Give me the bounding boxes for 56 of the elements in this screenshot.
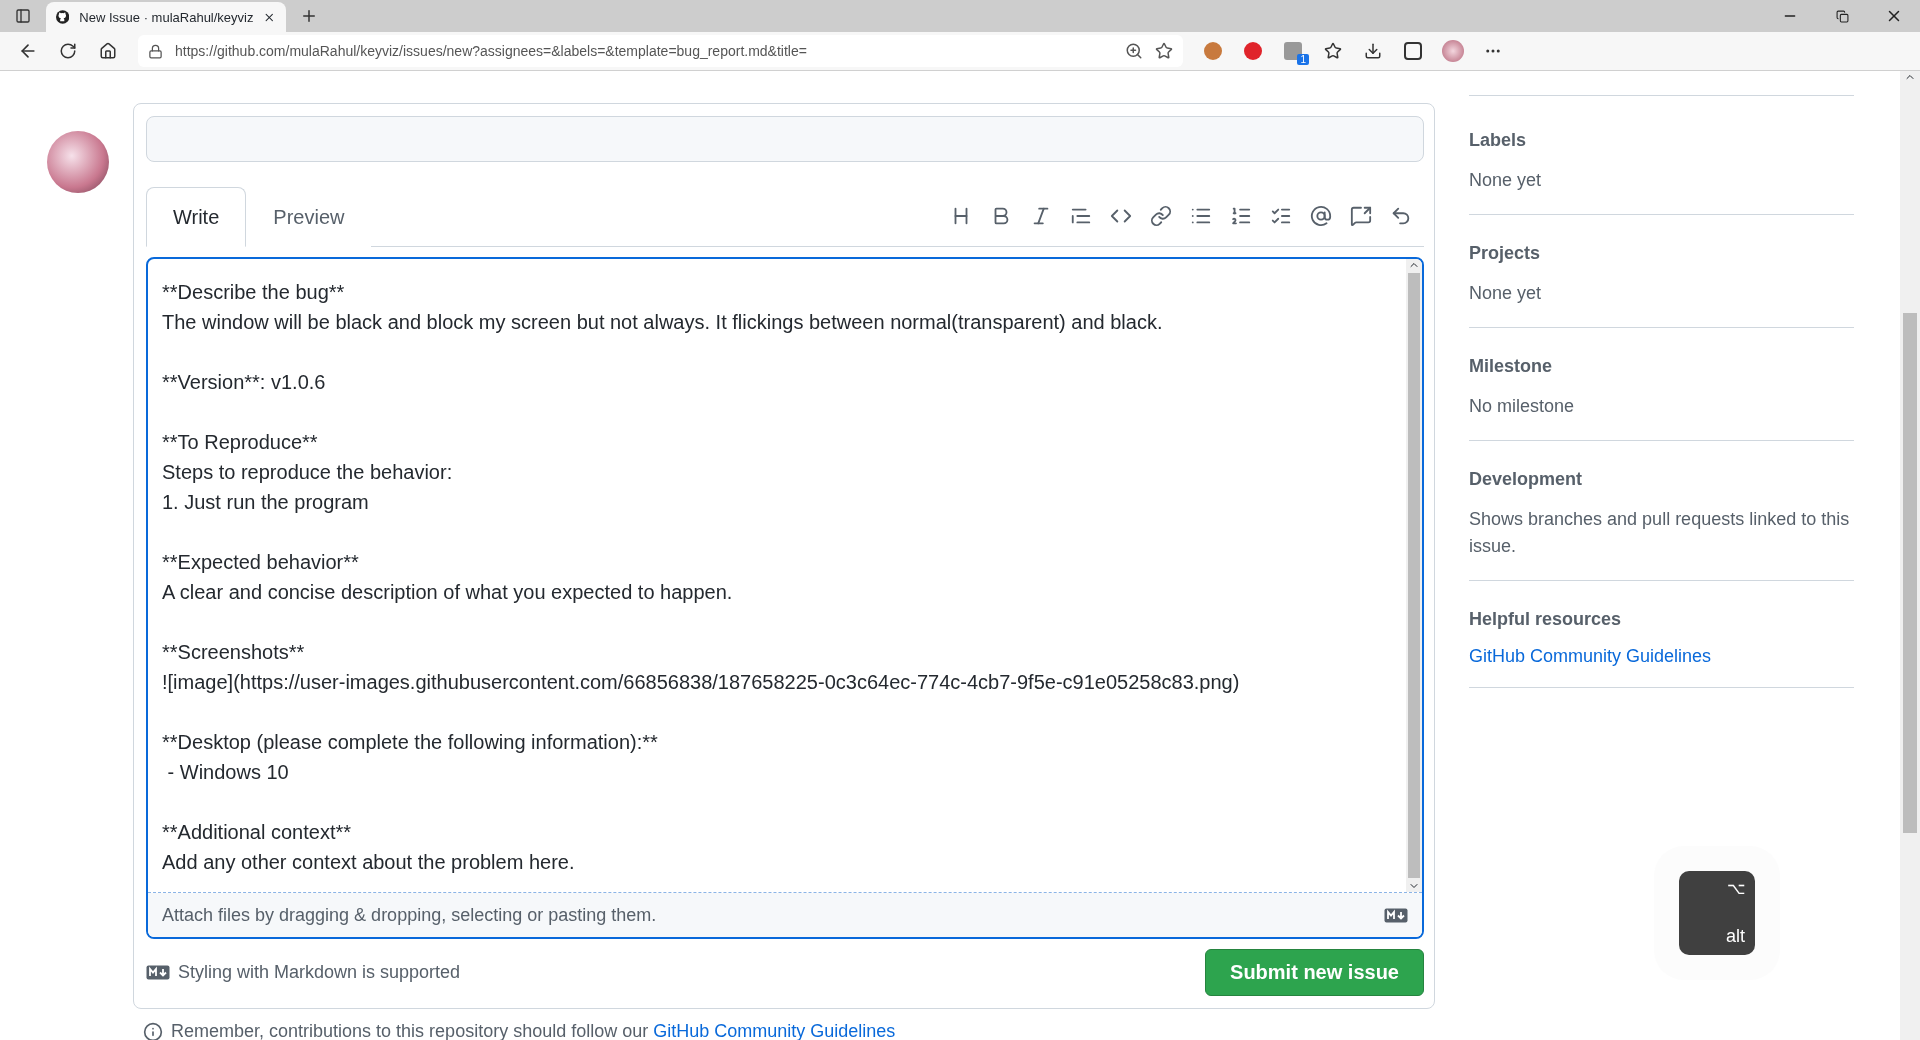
markdown-note: Styling with Markdown is supported — [178, 962, 461, 983]
sidebar-value: No milestone — [1469, 395, 1576, 418]
sidebar-heading: Development — [1469, 469, 1584, 490]
lock-icon — [148, 43, 163, 59]
contribution-note: Remember, contributions to this repository should follow our GitHub Community Guidelines — [171, 1021, 896, 1040]
sidebar-link[interactable]: GitHub Community Guidelines — [1469, 646, 1712, 667]
editor-text-line: The window will be black and block my screen but not always. It flickings between normal(transparent) and black. — [162, 310, 1164, 335]
editor-tab[interactable]: Write — [146, 187, 247, 247]
browser-tab[interactable]: New Issue · mulaRahul/keyviz — [46, 2, 286, 32]
home-icon[interactable] — [99, 42, 117, 60]
editor-text-line: A clear and concise description of what you expected to happen. — [162, 580, 734, 605]
url-text: https://github.com/mulaRahul/keyviz/issues/new?assignees=&labels=&template=bug_report.md&title= — [175, 43, 808, 59]
markdown-icon — [1384, 907, 1408, 923]
link-icon[interactable] — [1150, 205, 1172, 227]
sidebar-heading: Helpful resources — [1469, 609, 1623, 630]
editor-text-line: - Windows 10 — [166, 760, 290, 785]
markdown-icon — [146, 965, 170, 980]
editor-text-line: Add any other context about the problem here. — [162, 850, 576, 875]
attach-hint: Attach files by dragging & dropping, selecting or pasting them. — [162, 904, 658, 926]
reference-icon[interactable] — [1350, 205, 1372, 227]
editor-text-line: **Describe the bug** — [162, 280, 346, 305]
editor-text-line: 1. Just run the program — [162, 490, 370, 515]
title-input[interactable] — [146, 116, 1424, 162]
favorite-icon[interactable] — [1155, 42, 1173, 60]
editor-text-line: **Version**: v1.0.6 — [162, 370, 327, 395]
address-bar[interactable]: https://github.com/mulaRahul/keyviz/issues/new?assignees=&labels=&template=bug_report.md&title= — [138, 35, 1183, 67]
sidebar-heading: Labels — [1469, 130, 1528, 151]
sidebar-value: Shows branches and pull requests linked to this issue. — [1469, 508, 1851, 558]
editor-text-line: **To Reproduce** — [162, 430, 319, 455]
undo-icon[interactable] — [1390, 205, 1412, 227]
editor-text-line: **Additional context** — [162, 820, 352, 845]
comment-editor[interactable] — [146, 257, 1424, 939]
restore-icon[interactable] — [1835, 9, 1849, 23]
translate-extension-button[interactable]: 1 — [1275, 35, 1311, 67]
sidebar-value: None yet — [1469, 169, 1543, 192]
reload-icon[interactable] — [59, 42, 77, 60]
editor-text-line: ![image](https://user-images.githubusercontent.com/66856838/187658225-0c3c64ec-774c-4cb7-9f5e-c91e05258c83.png) — [162, 670, 1241, 695]
editor-text-line: **Expected behavior** — [162, 550, 360, 575]
sidebar-heading: Milestone — [1469, 356, 1553, 377]
sidebar-heading: Projects — [1469, 243, 1542, 264]
sidebar-value: None yet — [1469, 282, 1543, 305]
option-symbol: ⌥ — [1727, 879, 1745, 898]
numbered-list-icon[interactable] — [1230, 205, 1252, 227]
key-label: alt — [1726, 926, 1745, 947]
zoom-icon[interactable] — [1125, 42, 1143, 60]
info-icon — [143, 1021, 163, 1040]
submit-button[interactable]: Submit new issue — [1205, 949, 1424, 996]
mention-icon[interactable] — [1310, 205, 1332, 227]
tab-title: New Issue · mulaRahul/keyviz — [79, 9, 254, 25]
guidelines-link[interactable]: GitHub Community Guidelines — [653, 1021, 896, 1040]
scrollbar[interactable] — [1406, 259, 1422, 892]
page-scrollbar[interactable] — [1900, 71, 1920, 1040]
github-logo-icon — [56, 9, 70, 25]
editor-text-line: **Screenshots** — [162, 640, 306, 665]
editor-text-line: Steps to reproduce the behavior: — [162, 460, 454, 485]
editor-text-line: **Desktop (please complete the following information):** — [162, 730, 659, 755]
